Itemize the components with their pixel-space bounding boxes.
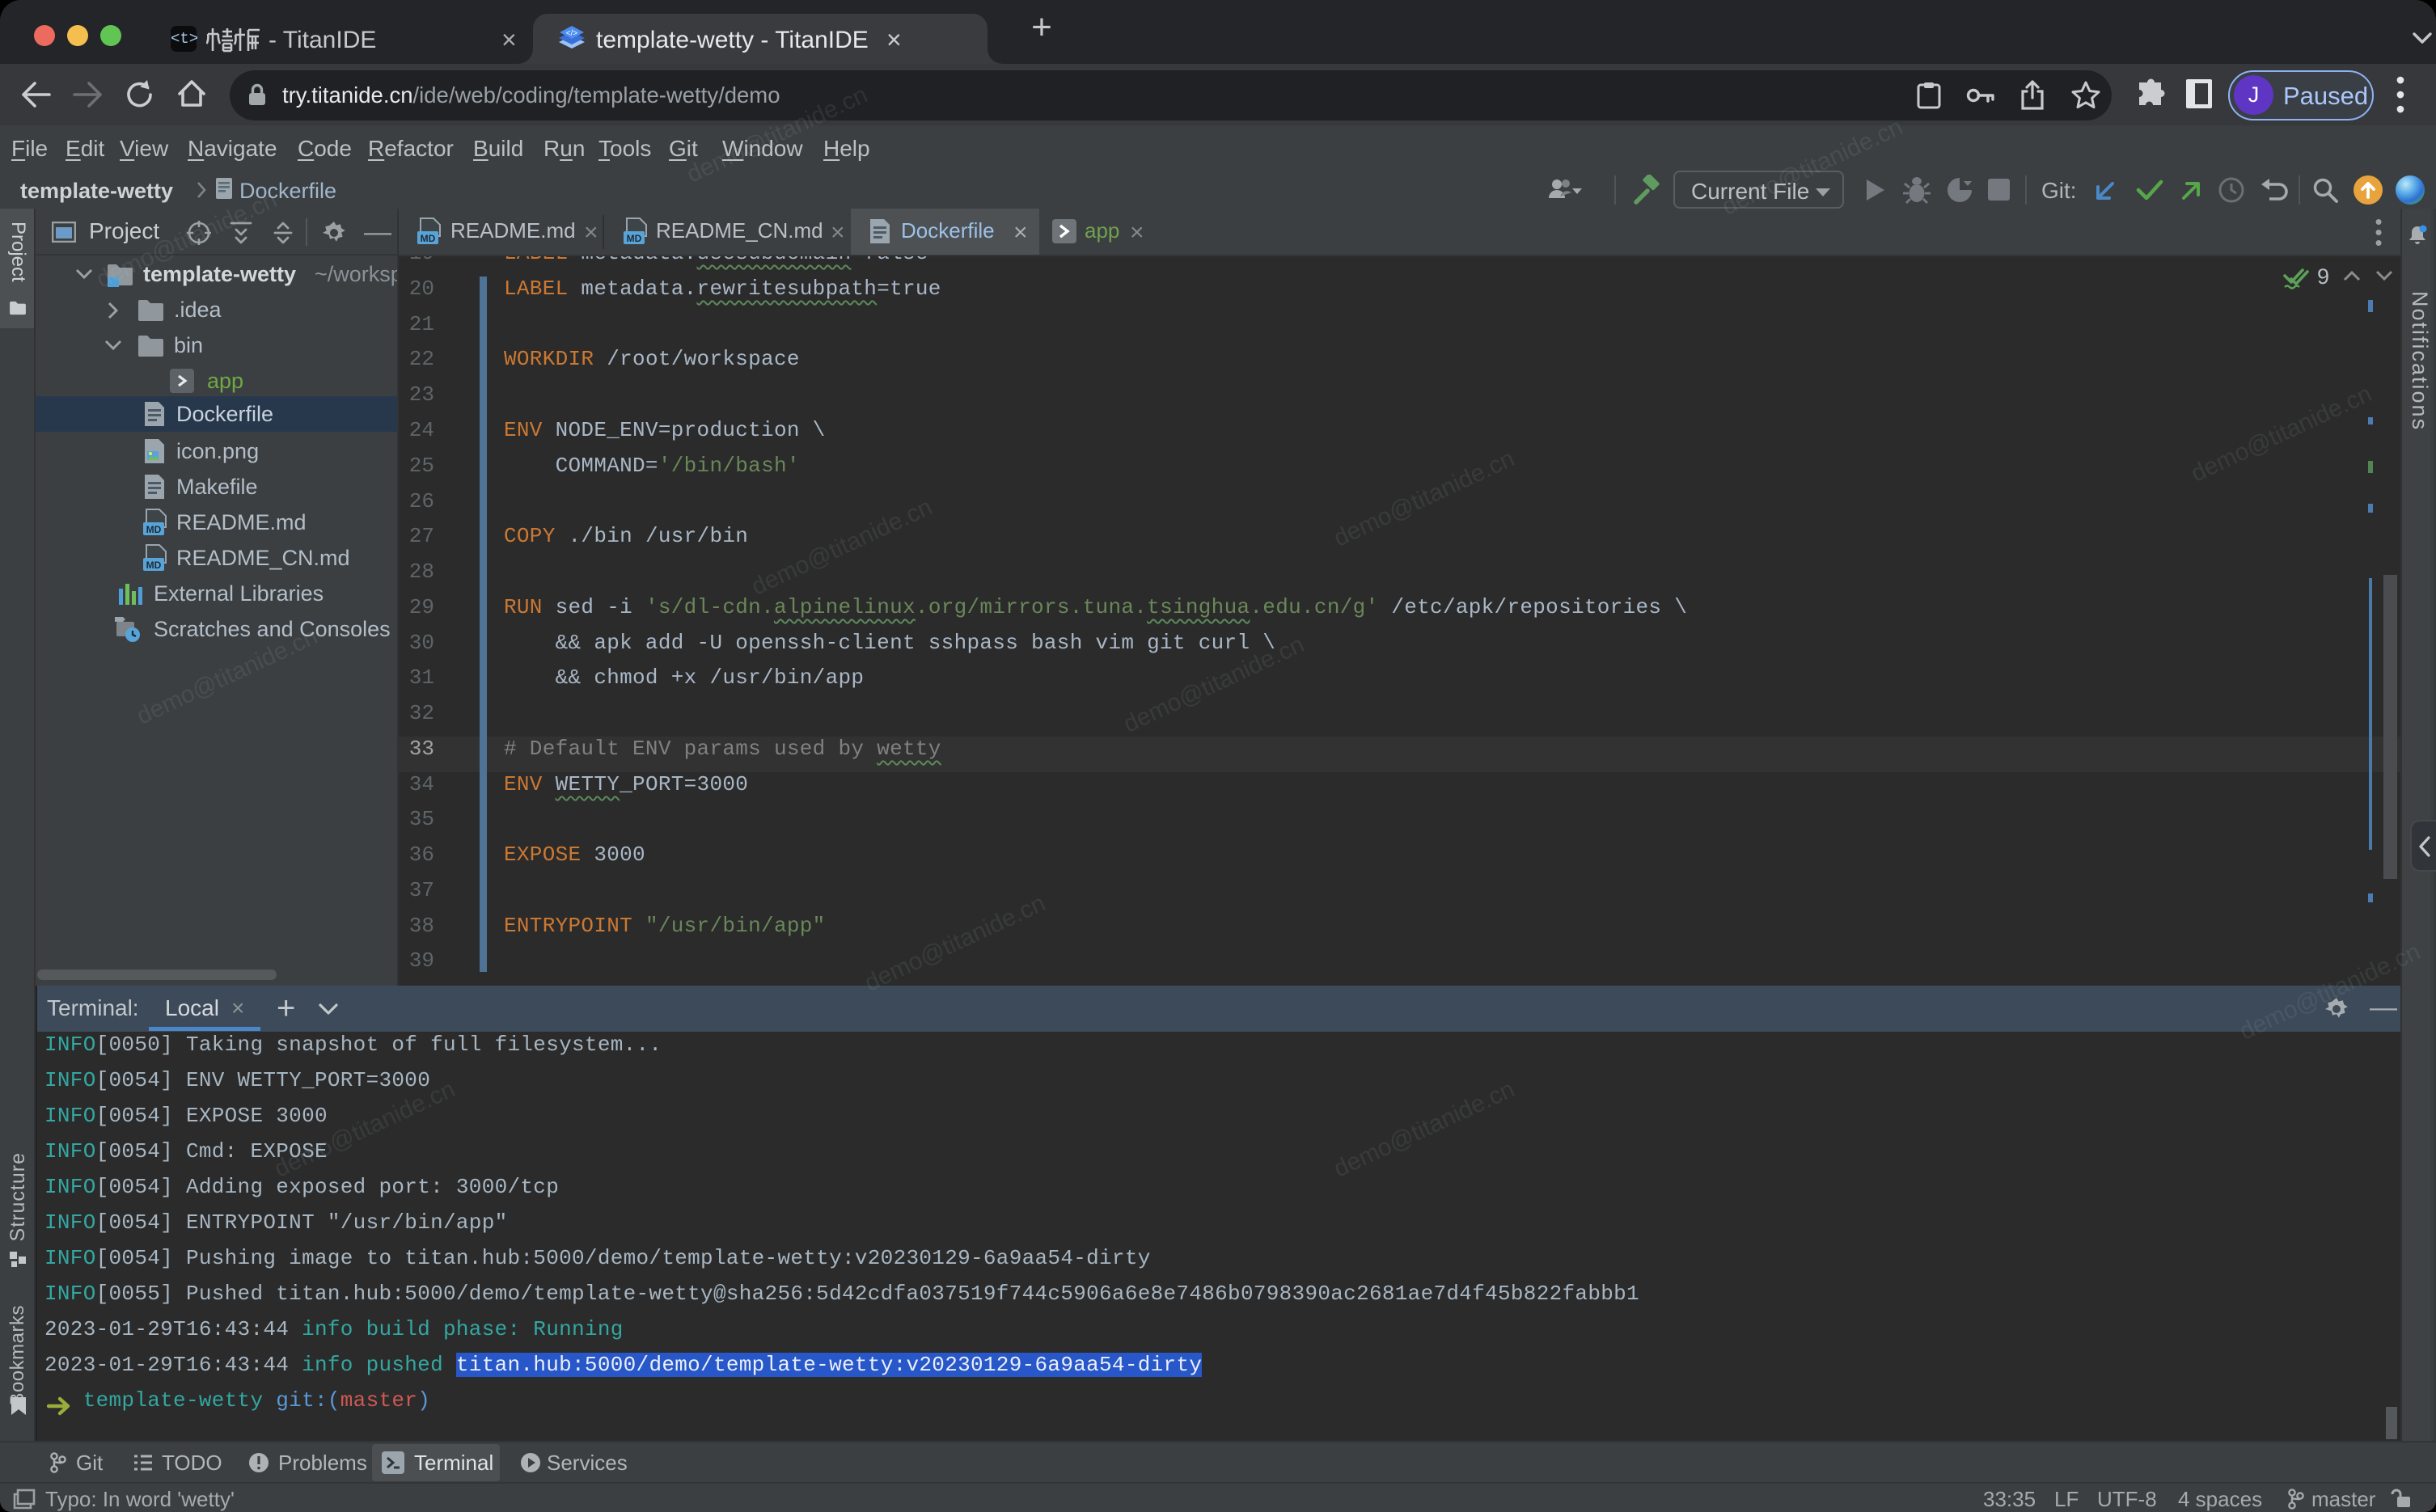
svg-text:MD: MD — [421, 233, 436, 244]
svg-text:MD: MD — [627, 233, 642, 244]
svg-text:MD: MD — [146, 524, 162, 535]
svg-text:MD: MD — [146, 560, 162, 571]
svg-text:</>: </> — [566, 29, 578, 38]
